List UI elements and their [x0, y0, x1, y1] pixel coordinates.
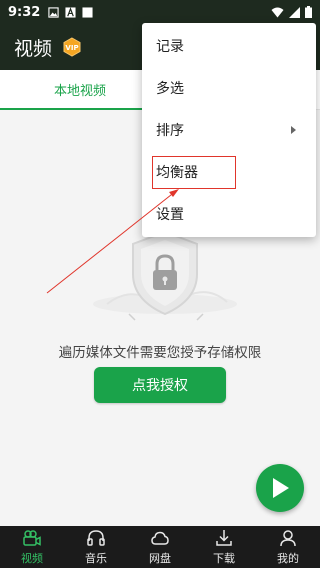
empty-state-message: 遍历媒体文件需要您授予存储权限	[58, 345, 262, 361]
overflow-menu: 记录 多选 排序 均衡器 设置	[142, 23, 316, 237]
status-right	[271, 6, 312, 18]
menu-item-multiselect[interactable]: 多选	[142, 67, 316, 109]
play-icon	[273, 478, 289, 498]
menu-item-label: 设置	[156, 207, 184, 223]
nav-item-video[interactable]: 视频	[0, 526, 64, 568]
lock-shield-icon	[93, 230, 237, 321]
nav-item-cloud[interactable]: 网盘	[128, 526, 192, 568]
video-icon	[23, 530, 41, 546]
nav-label: 视频	[21, 552, 43, 565]
nav-item-mine[interactable]: 我的	[256, 526, 320, 568]
bottom-nav: 视频 音乐 网盘 下载 我的	[0, 526, 320, 568]
download-icon	[216, 530, 232, 546]
image-icon	[48, 6, 59, 18]
square-icon	[82, 6, 93, 18]
menu-item-label: 排序	[156, 123, 184, 139]
status-bar: 9:32	[0, 0, 320, 24]
tab-label: 本地视频	[53, 84, 106, 99]
nav-label: 网盘	[149, 552, 171, 565]
signal-icon	[289, 6, 300, 18]
a-icon	[65, 6, 76, 18]
battery-icon	[305, 6, 312, 18]
nav-item-download[interactable]: 下载	[192, 526, 256, 568]
headphones-icon	[87, 530, 105, 546]
menu-item-label: 多选	[156, 81, 184, 97]
nav-label: 音乐	[85, 552, 107, 565]
nav-label: 下载	[213, 552, 235, 565]
user-icon	[280, 530, 296, 547]
grant-permission-button[interactable]: 点我授权	[94, 367, 226, 403]
vip-icon[interactable]: VIP	[62, 37, 82, 57]
nav-label: 我的	[277, 552, 299, 565]
submenu-arrow-icon	[291, 126, 296, 134]
tab-local-video[interactable]: 本地视频	[0, 70, 160, 110]
play-fab-button[interactable]	[256, 464, 304, 512]
page-title: 视频	[14, 37, 53, 60]
vip-badge-text: VIP	[65, 44, 78, 52]
nav-item-music[interactable]: 音乐	[64, 526, 128, 568]
menu-item-history[interactable]: 记录	[142, 25, 316, 67]
menu-item-settings[interactable]: 设置	[142, 193, 316, 235]
annotation-highlight-box	[152, 156, 236, 189]
status-time: 9:32	[8, 4, 41, 20]
cloud-icon	[151, 531, 169, 545]
wifi-icon	[271, 7, 284, 17]
menu-item-label: 记录	[156, 39, 184, 55]
menu-item-sort[interactable]: 排序	[142, 109, 316, 151]
